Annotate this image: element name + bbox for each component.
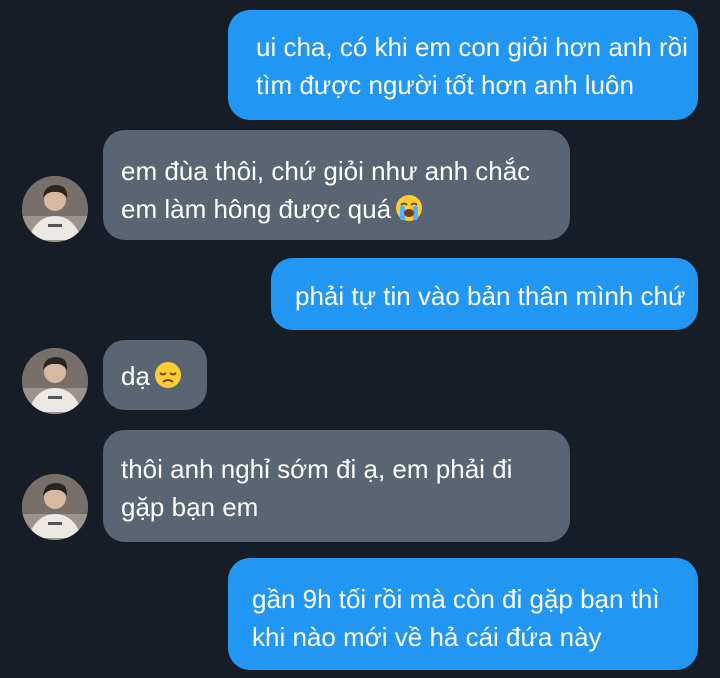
contact-avatar[interactable] bbox=[22, 348, 88, 414]
avatar-photo-icon bbox=[22, 176, 88, 242]
message-text-line: ui cha, có khi em con giỏi hơn anh rồi bbox=[256, 32, 688, 62]
loudly-crying-face-emoji bbox=[395, 194, 423, 232]
outgoing-message-bubble[interactable]: ui cha, có khi em con giỏi hơn anh rồi t… bbox=[228, 10, 698, 120]
incoming-message-bubble[interactable]: dạ bbox=[103, 340, 207, 410]
contact-avatar[interactable] bbox=[22, 176, 88, 242]
avatar-photo-icon bbox=[22, 348, 88, 414]
message-text: dạ bbox=[121, 361, 150, 391]
message-text-line: em đùa thôi, chứ giỏi như anh chắc bbox=[121, 156, 531, 186]
message-text-line: em làm hông được quá bbox=[121, 190, 570, 232]
outgoing-message-bubble[interactable]: phải tự tin vào bản thân mình chứ bbox=[271, 258, 698, 330]
avatar-photo-icon bbox=[22, 474, 88, 540]
message-text: em làm hông được quá bbox=[121, 194, 392, 224]
message-text-line: tìm được người tốt hơn anh luôn bbox=[256, 70, 634, 100]
outgoing-message-bubble[interactable]: gần 9h tối rồi mà còn đi gặp bạn thì khi… bbox=[228, 558, 698, 670]
message-text-line: dạ bbox=[121, 357, 207, 399]
message-text-line: thôi anh nghỉ sớm đi ạ, em phải đi bbox=[121, 454, 513, 484]
incoming-message-bubble[interactable]: em đùa thôi, chứ giỏi như anh chắc em là… bbox=[103, 130, 570, 240]
message-text-line: phải tự tin vào bản thân mình chứ bbox=[295, 281, 686, 311]
contact-avatar[interactable] bbox=[22, 474, 88, 540]
message-text-line: gần 9h tối rồi mà còn đi gặp bạn thì bbox=[252, 584, 660, 614]
message-text-line: khi nào mới về hả cái đứa này bbox=[252, 622, 602, 652]
incoming-message-bubble[interactable]: thôi anh nghỉ sớm đi ạ, em phải đi gặp b… bbox=[103, 430, 570, 542]
message-text-line: gặp bạn em bbox=[121, 492, 259, 522]
disappointed-face-emoji bbox=[154, 361, 182, 399]
